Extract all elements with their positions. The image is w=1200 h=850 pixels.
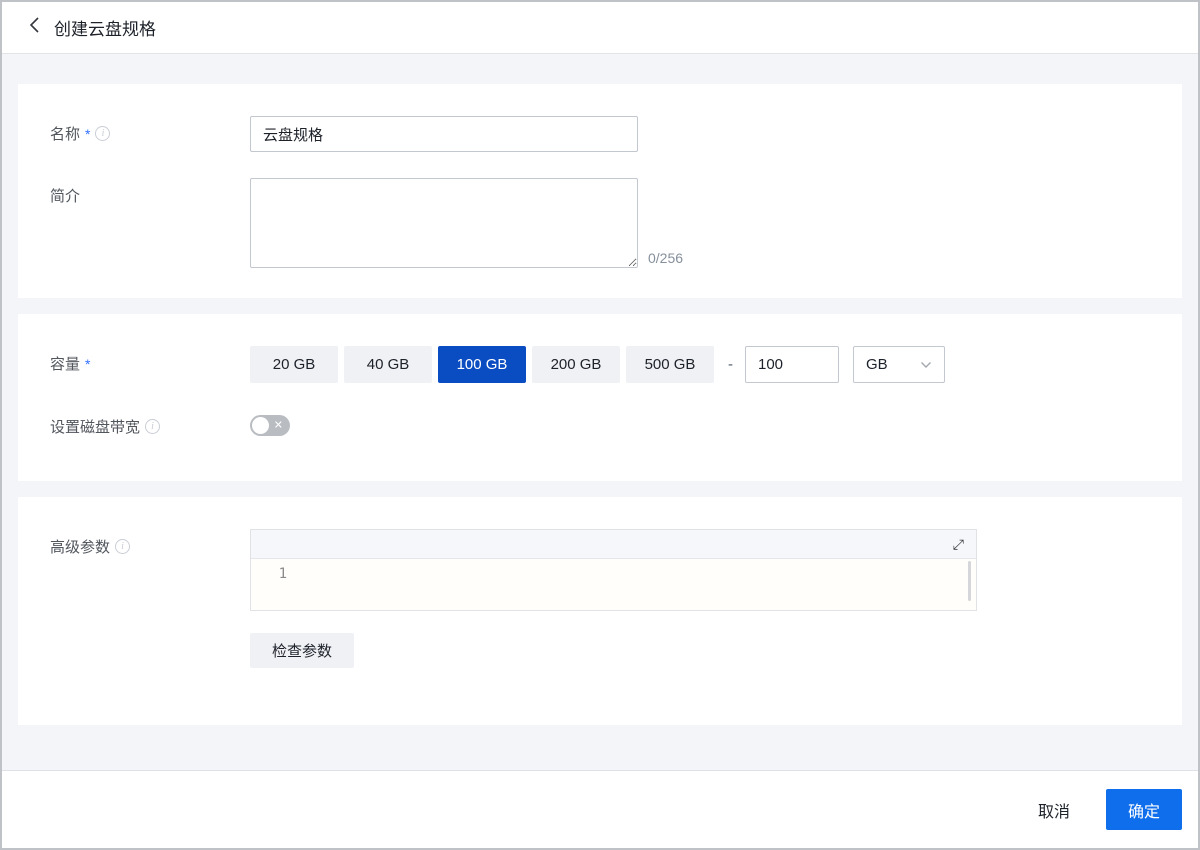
advanced-params-editor: ⤢ 1 [250,529,977,611]
bandwidth-row: 设置磁盘带宽 i ✕ [50,409,1150,437]
info-icon[interactable]: i [115,539,130,554]
bandwidth-label-group: 设置磁盘带宽 i [50,409,250,437]
advanced-params-card: 高级参数 i ⤢ 1 检查参数 [18,497,1182,725]
capacity-option-20gb[interactable]: 20 GB [250,346,338,383]
info-icon[interactable]: i [145,419,160,434]
info-icon[interactable]: i [95,126,110,141]
char-counter: 0/256 [648,250,683,268]
cancel-button[interactable]: 取消 [1038,798,1070,822]
advanced-label: 高级参数 [50,536,110,557]
editor-scrollbar[interactable] [968,561,971,601]
capacity-label-group: 容量 * [50,346,250,374]
description-row: 简介 0/256 [50,178,1150,268]
capacity-option-500gb[interactable]: 500 GB [626,346,714,383]
capacity-label: 容量 [50,353,80,374]
toggle-off-icon: ✕ [274,420,283,431]
editor-toolbar: ⤢ [251,530,976,559]
confirm-button[interactable]: 确定 [1106,789,1182,830]
capacity-option-100gb[interactable]: 100 GB [438,346,526,383]
check-params-button[interactable]: 检查参数 [250,633,354,668]
disk-bandwidth-toggle[interactable]: ✕ [250,415,290,436]
required-asterisk: * [85,126,90,142]
bandwidth-label: 设置磁盘带宽 [50,416,140,437]
description-label-group: 简介 [50,178,250,206]
line-number: 1 [251,559,299,610]
unit-select-value: GB [866,356,888,373]
action-footer: 取消 确定 [2,770,1198,848]
capacity-card: 容量 * 20 GB40 GB100 GB200 GB500 GB - GB 设… [18,314,1182,481]
capacity-option-200gb[interactable]: 200 GB [532,346,620,383]
advanced-label-group: 高级参数 i [50,529,250,557]
capacity-option-40gb[interactable]: 40 GB [344,346,432,383]
name-label-group: 名称 * i [50,116,250,144]
toggle-knob [252,417,269,434]
chevron-left-icon [29,16,40,39]
expand-icon[interactable]: ⤢ [953,537,964,551]
capacity-option-group: 20 GB40 GB100 GB200 GB500 GB [250,346,714,383]
basic-info-card: 名称 * i 简介 0/256 [18,84,1182,298]
description-label: 简介 [50,185,80,206]
editor-body: 1 [251,559,976,610]
chevron-down-icon [920,356,932,373]
required-asterisk: * [85,356,90,372]
range-separator: - [728,356,733,373]
description-textarea[interactable] [250,178,638,268]
name-input[interactable] [250,116,638,152]
back-button[interactable] [22,16,46,40]
unit-select[interactable]: GB [853,346,945,383]
capacity-row: 容量 * 20 GB40 GB100 GB200 GB500 GB - GB [50,346,1150,383]
page-title: 创建云盘规格 [54,15,156,40]
advanced-row: 高级参数 i ⤢ 1 检查参数 [50,529,1150,668]
page-header: 创建云盘规格 [2,2,1198,54]
custom-size-input[interactable] [745,346,839,383]
name-row: 名称 * i [50,116,1150,152]
form-content: 名称 * i 简介 0/256 容量 * 20 GB40 GB100 GB200… [2,54,1198,770]
code-input-area[interactable] [299,559,976,610]
name-label: 名称 [50,123,80,144]
